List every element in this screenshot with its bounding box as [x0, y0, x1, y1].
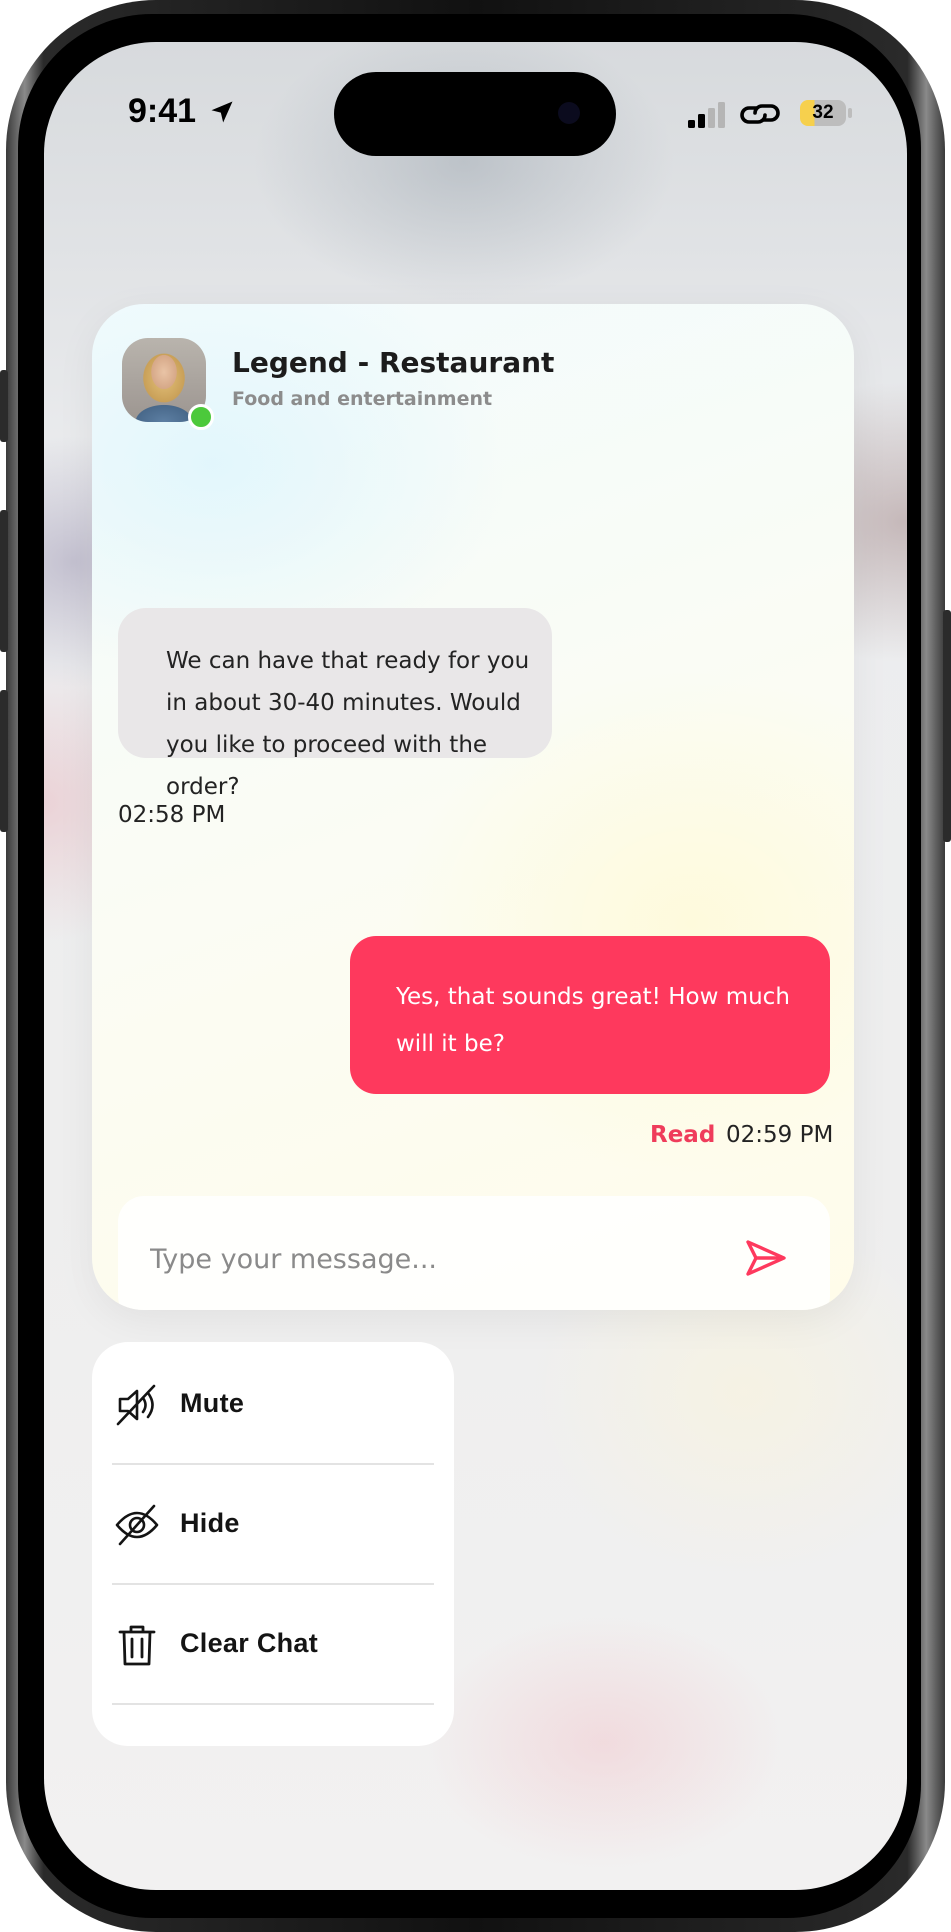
phone-screen: 9:41 32 Legend - Restaurant Food and ent…: [44, 42, 907, 1890]
volume-down-button: [0, 690, 8, 832]
read-receipt: Read: [650, 1122, 716, 1148]
hotspot-link-icon: [740, 104, 780, 124]
front-camera: [558, 102, 580, 124]
volume-up-button: [0, 510, 8, 652]
online-status-dot: [188, 404, 214, 430]
cellular-signal-icon: [688, 102, 725, 128]
message-input[interactable]: [148, 1232, 692, 1286]
battery-indicator: 32: [800, 100, 846, 126]
trash-icon: [118, 1625, 156, 1666]
mute-speaker-icon: [116, 1384, 156, 1426]
menu-item-label: Clear Chat: [180, 1628, 319, 1658]
contact-subtitle: Food and entertainment: [232, 388, 493, 410]
power-button: [943, 610, 951, 842]
send-icon[interactable]: [742, 1234, 790, 1282]
menu-item-label: Hide: [180, 1508, 240, 1538]
battery-tip: [848, 108, 852, 118]
chat-card: Legend - Restaurant Food and entertainme…: [92, 304, 854, 1310]
chat-options-menu: Mute Hide Clear Chat: [92, 1342, 454, 1746]
hide-eye-icon: [115, 1504, 159, 1546]
message-composer: [118, 1196, 830, 1310]
contact-name: Legend - Restaurant: [232, 346, 555, 379]
menu-divider: [112, 1703, 434, 1705]
menu-item-label: Mute: [180, 1388, 245, 1418]
status-time: 9:41: [128, 92, 197, 130]
incoming-message-bubble: We can have that ready for you in about …: [118, 608, 552, 800]
menu-item-hide[interactable]: Hide: [112, 1462, 434, 1582]
outgoing-message-time: 02:59 PM: [726, 1122, 834, 1148]
menu-item-mute[interactable]: Mute: [112, 1342, 434, 1462]
action-button: [0, 370, 8, 442]
outgoing-message-bubble: Yes, that sounds great! How much will it…: [350, 936, 830, 1094]
location-arrow-icon: [211, 101, 233, 123]
menu-item-clear-chat[interactable]: Clear Chat: [112, 1582, 434, 1702]
incoming-message-time: 02:58 PM: [118, 802, 226, 828]
